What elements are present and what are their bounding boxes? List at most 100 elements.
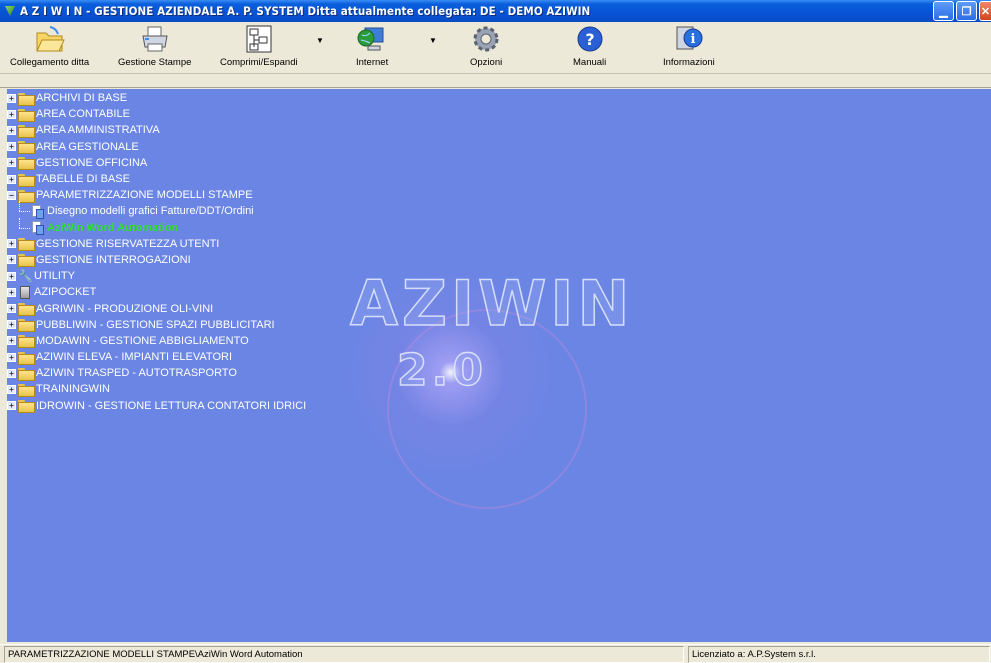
folder-icon xyxy=(18,319,35,333)
tree-node-label: AREA GESTIONALE xyxy=(36,140,139,153)
svg-text:i: i xyxy=(690,32,695,47)
expand-icon[interactable]: + xyxy=(7,368,16,378)
tree-node-area-contabile[interactable]: + AREA CONTABILE xyxy=(7,106,306,122)
folder-icon xyxy=(18,92,35,106)
tree-node-label: UTILITY xyxy=(34,270,75,283)
logo-ring xyxy=(387,309,587,509)
folder-icon xyxy=(18,367,35,381)
app-icon xyxy=(4,5,16,17)
tree-node-idrowin[interactable]: + IDROWIN - GESTIONE LETTURA CONTATORI I… xyxy=(7,398,306,414)
printer-icon xyxy=(139,24,171,54)
tree-node-azipocket[interactable]: + AZIPOCKET xyxy=(7,284,306,300)
collapse-icon[interactable]: − xyxy=(7,190,16,200)
logo-name: AZIWIN xyxy=(349,266,634,341)
tree-leaf-word-automation[interactable]: AziWin Word Automation xyxy=(7,217,306,236)
expand-icon[interactable]: + xyxy=(7,93,16,103)
tree-node-label: GESTIONE OFFICINA xyxy=(36,156,148,169)
opzioni-button[interactable]: Opzioni xyxy=(470,24,502,68)
main-panel: AZIWIN 2.0 + ARCHIVI DI BASE + AREA CONT… xyxy=(7,89,991,642)
folder-icon xyxy=(18,124,35,138)
tree-node-aziwin-eleva[interactable]: + AZIWIN ELEVA - IMPIANTI ELEVATORI xyxy=(7,349,306,365)
expand-icon[interactable]: + xyxy=(7,174,16,184)
expand-icon[interactable]: + xyxy=(7,384,16,394)
tree-leaf-label: AziWin Word Automation xyxy=(47,221,179,234)
tree-node-label: PARAMETRIZZAZIONE MODELLI STAMPE xyxy=(36,189,253,202)
comprimi-espandi-dropdown-icon[interactable]: ▼ xyxy=(316,36,324,45)
status-bar: PARAMETRIZZAZIONE MODELLI STAMPE\AziWin … xyxy=(0,644,991,663)
tree-node-label: AZIPOCKET xyxy=(34,286,97,299)
tools-icon: 🔧 xyxy=(18,268,33,283)
expand-icon[interactable]: + xyxy=(7,320,16,330)
tree-node-label: ARCHIVI DI BASE xyxy=(36,92,128,105)
tree-node-archivi-di-base[interactable]: + ARCHIVI DI BASE xyxy=(7,90,306,106)
expand-icon[interactable]: + xyxy=(7,304,16,314)
tree-node-modawin[interactable]: + MODAWIN - GESTIONE ABBIGLIAMENTO xyxy=(7,333,306,349)
internet-dropdown-icon[interactable]: ▼ xyxy=(429,36,437,45)
expand-icon[interactable]: + xyxy=(7,142,16,152)
expand-icon[interactable]: + xyxy=(7,287,16,297)
expand-icon[interactable]: + xyxy=(7,271,16,281)
internet-button[interactable]: Internet xyxy=(356,24,388,68)
toolbar: Collegamento ditta Gestione Stampe Compr… xyxy=(0,22,991,74)
expand-icon[interactable]: + xyxy=(7,109,16,119)
expand-icon[interactable]: + xyxy=(7,401,16,411)
tree-node-gestione-interrogazioni[interactable]: + GESTIONE INTERROGAZIONI xyxy=(7,252,306,268)
tree-node-aziwin-trasped[interactable]: + AZIWIN TRASPED - AUTOTRASPORTO xyxy=(7,365,306,381)
tree-node-label: TABELLE DI BASE xyxy=(36,173,130,186)
manuali-button[interactable]: ? Manuali xyxy=(573,24,606,68)
title-bar: A Z I W I N - GESTIONE AZIENDALE A. P. S… xyxy=(0,0,991,22)
restore-button[interactable]: ❐ xyxy=(956,1,977,21)
tree-node-label: PUBBLIWIN - GESTIONE SPAZI PUBBLICITARI xyxy=(36,318,275,331)
expand-icon[interactable]: + xyxy=(7,352,16,362)
tree-node-utility[interactable]: + 🔧 UTILITY xyxy=(7,268,306,284)
tree-node-label: TRAININGWIN xyxy=(36,383,110,396)
tree-node-tabelle-di-base[interactable]: + TABELLE DI BASE xyxy=(7,171,306,187)
folder-icon xyxy=(18,303,35,317)
informazioni-button[interactable]: i Informazioni xyxy=(663,24,715,68)
tree-connector xyxy=(15,201,31,219)
expand-icon[interactable]: + xyxy=(7,125,16,135)
close-button[interactable]: ✕ xyxy=(979,1,991,21)
tree-node-label: IDROWIN - GESTIONE LETTURA CONTATORI IDR… xyxy=(36,399,307,412)
expand-icon[interactable]: + xyxy=(7,239,16,249)
tree-node-pubbliwin[interactable]: + PUBBLIWIN - GESTIONE SPAZI PUBBLICITAR… xyxy=(7,317,306,333)
tree-leaf-disegno-modelli[interactable]: Disegno modelli grafici Fatture/DDT/Ordi… xyxy=(7,201,306,219)
comprimi-espandi-button[interactable]: Comprimi/Espandi xyxy=(220,24,298,68)
tree-node-agriwin[interactable]: + AGRIWIN - PRODUZIONE OLI-VINI xyxy=(7,300,306,317)
gestione-stampe-button[interactable]: Gestione Stampe xyxy=(118,24,191,68)
gear-icon xyxy=(470,24,502,54)
minimize-button[interactable]: ▁ xyxy=(933,1,954,21)
tree-node-label: AREA CONTABILE xyxy=(36,108,130,121)
menu-tree[interactable]: + ARCHIVI DI BASE + AREA CONTABILE + ARE… xyxy=(7,90,306,414)
tree-node-area-amministrativa[interactable]: + AREA AMMINISTRATIVA xyxy=(7,122,306,138)
tree-node-trainingwin[interactable]: + TRAININGWIN xyxy=(7,381,306,397)
logo-glow xyxy=(347,269,577,499)
tree-node-gestione-riservatezza-utenti[interactable]: + GESTIONE RISERVATEZZA UTENTI xyxy=(7,236,306,252)
folder-icon xyxy=(18,254,35,268)
folder-open-icon xyxy=(34,24,66,54)
expand-icon[interactable]: + xyxy=(7,336,16,346)
internet-label: Internet xyxy=(356,57,389,68)
expand-icon[interactable]: + xyxy=(7,255,16,265)
folder-icon xyxy=(18,400,35,414)
document-icon xyxy=(31,221,44,236)
help-icon: ? xyxy=(574,24,606,54)
expand-icon[interactable]: + xyxy=(7,158,16,168)
folder-icon xyxy=(18,238,35,252)
tree-node-gestione-officina[interactable]: + GESTIONE OFFICINA xyxy=(7,155,306,171)
status-path: PARAMETRIZZAZIONE MODELLI STAMPE\AziWin … xyxy=(4,646,684,663)
tree-node-label: AZIWIN ELEVA - IMPIANTI ELEVATORI xyxy=(36,351,233,364)
window-controls: ▁ ❐ ✕ xyxy=(933,1,991,21)
tree-node-area-gestionale[interactable]: + AREA GESTIONALE xyxy=(7,139,306,155)
pocket-device-icon xyxy=(20,285,30,299)
toolbar-separator xyxy=(0,74,991,88)
folder-icon xyxy=(18,108,35,122)
manuali-label: Manuali xyxy=(573,57,607,68)
tree-node-parametrizzazione-modelli-stampe[interactable]: − PARAMETRIZZAZIONE MODELLI STAMPE xyxy=(7,187,306,203)
folder-icon xyxy=(18,173,35,187)
folder-icon xyxy=(18,383,35,397)
collegamento-ditta-button[interactable]: Collegamento ditta xyxy=(10,24,89,68)
tree-node-label: AZIWIN TRASPED - AUTOTRASPORTO xyxy=(36,367,237,380)
tree-structure-icon xyxy=(243,24,275,54)
tree-node-label: GESTIONE INTERROGAZIONI xyxy=(36,253,191,266)
